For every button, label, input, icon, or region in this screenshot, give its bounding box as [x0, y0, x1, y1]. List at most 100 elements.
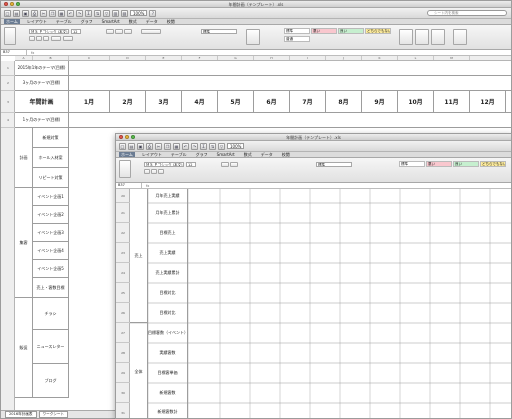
column-header[interactable]: F: [182, 56, 218, 60]
save-icon[interactable]: ▣: [22, 9, 29, 17]
row-label[interactable]: リピート対策: [33, 168, 69, 188]
month-header[interactable]: 10月: [398, 91, 434, 112]
copy-icon[interactable]: ❐: [164, 142, 171, 150]
row-number[interactable]: 31: [116, 403, 130, 418]
row-number[interactable]: 21: [116, 203, 130, 223]
row-number[interactable]: 24: [116, 263, 130, 283]
row-number[interactable]: 22: [116, 223, 130, 243]
conditional-format-button[interactable]: [246, 29, 260, 45]
row-label[interactable]: 売上実績累計: [148, 263, 188, 283]
underline-button[interactable]: [43, 36, 49, 41]
column-header[interactable]: B: [33, 56, 69, 60]
number-format-select[interactable]: 標準: [201, 29, 237, 34]
open-icon[interactable]: ▤: [128, 142, 135, 150]
row-number[interactable]: 29: [116, 363, 130, 383]
autosum-icon[interactable]: Σ: [200, 142, 207, 150]
column-header[interactable]: G: [218, 56, 254, 60]
sheet-tab[interactable]: ワークシート: [38, 411, 69, 418]
copy-icon[interactable]: ❐: [49, 9, 56, 17]
cell[interactable]: 3ヶ月のテーマ(目標): [15, 76, 69, 90]
row-label[interactable]: ニュースレター: [33, 330, 69, 364]
style-good[interactable]: 良い: [338, 28, 364, 34]
name-box[interactable]: B37: [116, 183, 142, 188]
row-label[interactable]: 目標売上: [148, 223, 188, 243]
italic-button[interactable]: [36, 36, 42, 41]
row-label[interactable]: 目標客単価: [148, 363, 188, 383]
row-label[interactable]: ブログ: [33, 364, 69, 398]
paste-button[interactable]: [4, 27, 16, 45]
group-label-plan[interactable]: 計画: [15, 128, 33, 188]
fill-color-button[interactable]: [63, 36, 73, 41]
toolbox-icon[interactable]: ▧: [121, 9, 128, 17]
gallery-icon[interactable]: ▥: [112, 9, 119, 17]
font-name-select[interactable]: ＭＳ Ｐゴシック (本文): [29, 29, 69, 34]
row-label[interactable]: 目標対比: [148, 283, 188, 303]
help-icon[interactable]: ?: [149, 9, 157, 17]
delete-button[interactable]: [415, 29, 429, 45]
autosum-icon[interactable]: Σ: [85, 9, 92, 17]
border-button[interactable]: [51, 36, 61, 41]
group-label-collect[interactable]: 集客: [15, 188, 33, 298]
group-label-promotion[interactable]: 販促: [15, 298, 33, 398]
number-format-select[interactable]: 標準: [316, 162, 352, 167]
font-size-select[interactable]: 12: [186, 162, 196, 167]
zoom-select[interactable]: 100%: [227, 143, 245, 149]
paste-icon[interactable]: ▦: [173, 142, 180, 150]
style-plain[interactable]: 普通: [284, 36, 310, 42]
tab-smartart[interactable]: SmartArt: [215, 152, 237, 157]
row-label[interactable]: 新規客数: [148, 383, 188, 403]
column-header[interactable]: A: [15, 56, 33, 60]
align-left-button[interactable]: [221, 162, 229, 167]
wrap-text-button[interactable]: [141, 29, 161, 34]
open-icon[interactable]: ▤: [13, 9, 20, 17]
tab-formulas[interactable]: 数式: [127, 19, 139, 24]
sort-icon[interactable]: ⇅: [209, 142, 216, 150]
tab-data[interactable]: データ: [259, 152, 275, 157]
row-label[interactable]: イベント企画5: [33, 260, 69, 278]
row-label[interactable]: 新規対策: [33, 128, 69, 148]
tab-smartart[interactable]: SmartArt: [100, 19, 122, 24]
align-center-button[interactable]: [115, 29, 123, 34]
row-number[interactable]: 30: [116, 383, 130, 403]
annual-plan-title[interactable]: 年間計画: [15, 91, 69, 112]
font-name-select[interactable]: ＭＳ Ｐゴシック (本文): [144, 162, 184, 167]
print-icon[interactable]: ⎙: [146, 142, 153, 150]
month-header[interactable]: 12月: [470, 91, 506, 112]
row-label[interactable]: 月年売上実績: [148, 189, 188, 203]
filter-icon[interactable]: ▽: [218, 142, 225, 150]
bold-button[interactable]: [29, 36, 35, 41]
row-number[interactable]: 26: [116, 303, 130, 323]
group-label-sales[interactable]: 売上: [130, 189, 148, 323]
row-number[interactable]: 28: [116, 343, 130, 363]
column-header[interactable]: K: [362, 56, 398, 60]
style-normal[interactable]: 標準: [399, 161, 425, 167]
month-header[interactable]: 5月: [218, 91, 254, 112]
row-number[interactable]: 2: [1, 76, 15, 91]
row-label[interactable]: 目標対比: [148, 303, 188, 323]
style-bad[interactable]: 悪い: [311, 28, 337, 34]
column-header[interactable]: C: [69, 56, 110, 60]
row-label[interactable]: 売上・客数目標: [33, 278, 69, 298]
cut-icon[interactable]: ✂: [40, 9, 47, 17]
redo-icon[interactable]: ↷: [76, 9, 83, 17]
row-label[interactable]: チラシ: [33, 298, 69, 330]
italic-button[interactable]: [151, 169, 157, 174]
insert-button[interactable]: [399, 29, 413, 45]
row-number[interactable]: 4: [1, 113, 15, 128]
underline-button[interactable]: [158, 169, 164, 174]
row-number[interactable]: 25: [116, 283, 130, 303]
new-document-icon[interactable]: □: [119, 142, 126, 150]
cell[interactable]: 1ヶ月のテーマ(目標): [15, 113, 69, 127]
filter-icon[interactable]: ▽: [103, 9, 110, 17]
row-label[interactable]: イベント企画3: [33, 224, 69, 242]
month-header[interactable]: 9月: [362, 91, 398, 112]
bold-button[interactable]: [144, 169, 150, 174]
print-icon[interactable]: ⎙: [31, 9, 38, 17]
month-header[interactable]: 8月: [326, 91, 362, 112]
tab-charts[interactable]: グラフ: [194, 152, 210, 157]
sort-icon[interactable]: ⇅: [94, 9, 101, 17]
row-number[interactable]: 1: [1, 61, 15, 76]
undo-icon[interactable]: ↶: [182, 142, 189, 150]
paste-button[interactable]: [119, 160, 131, 178]
tab-tables[interactable]: テーブル: [169, 152, 189, 157]
